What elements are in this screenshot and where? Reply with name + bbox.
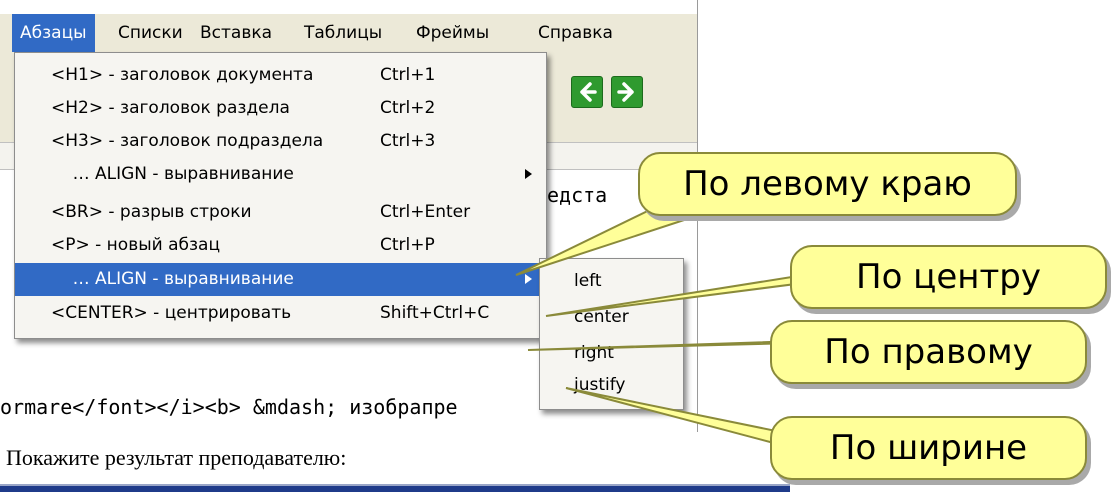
callout-right: По правому bbox=[770, 320, 1087, 384]
callout-left: По левому краю bbox=[638, 152, 1017, 216]
caption-text: Покажите результат преподавателю: bbox=[6, 445, 347, 470]
callout-center: По центру bbox=[790, 245, 1107, 309]
callout-justify: По ширине bbox=[770, 416, 1087, 480]
window-bar-fragment bbox=[0, 484, 790, 492]
